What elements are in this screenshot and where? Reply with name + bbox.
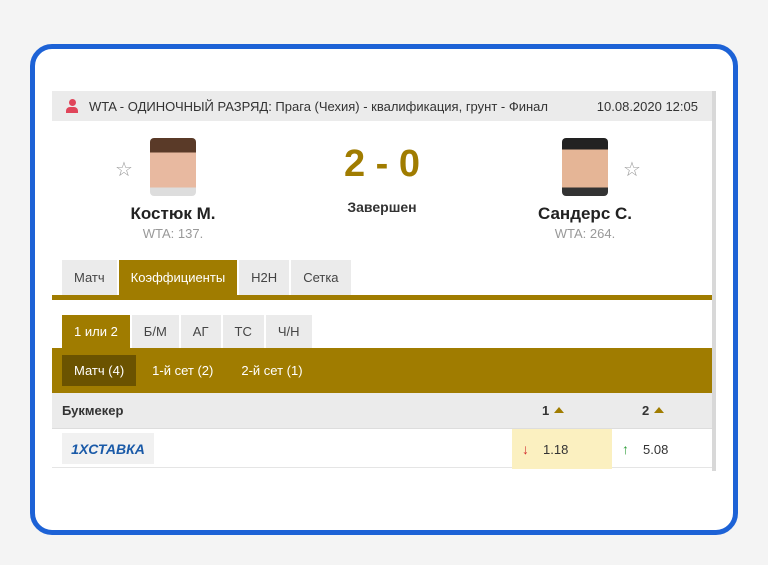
match-datetime: 10.08.2020 12:05 — [596, 98, 698, 114]
player2-rank: WTA: 264. — [554, 226, 616, 241]
odds-type-tabs: 1 или 2 Б/М АГ ТС Ч/Н — [62, 315, 312, 348]
col-1-label: 1 — [542, 403, 550, 418]
favorite-star-icon[interactable]: ☆ — [623, 157, 641, 182]
table-row: 1XСТАВКА ↓ 1.18 ↑ 5.08 — [52, 428, 712, 469]
sort-up-icon — [654, 407, 665, 413]
tab-draw[interactable]: Сетка — [291, 260, 351, 295]
tab-match[interactable]: Матч — [62, 260, 117, 295]
match-status: Завершен — [347, 199, 417, 215]
period-match[interactable]: Матч (4) — [62, 355, 137, 386]
odd-2[interactable]: ↑ 5.08 — [612, 429, 712, 469]
player1[interactable]: Костюк М. WTA: 137. — [93, 138, 253, 241]
sort-up-icon — [554, 407, 565, 413]
player2-photo — [562, 138, 608, 196]
bookmaker-name: 1XСТАВКА — [71, 440, 145, 457]
tournament-header: WTA - ОДИНОЧНЫЙ РАЗРЯД: Прага (Чехия) - … — [52, 91, 712, 121]
period-set1[interactable]: 1-й сет (2) — [140, 355, 225, 386]
odd-1-value: 1.18 — [543, 441, 569, 457]
arrow-up-icon: ↑ — [622, 441, 629, 457]
player2[interactable]: Сандерс С. WTA: 264. — [505, 138, 665, 241]
col-2[interactable]: 2 — [642, 403, 665, 418]
tournament-title: WTA - ОДИНОЧНЫЙ РАЗРЯД: Прага (Чехия) - … — [89, 98, 548, 114]
tab-odd-even[interactable]: Ч/Н — [265, 315, 312, 348]
player1-photo — [150, 138, 196, 196]
tab-1x2[interactable]: 1 или 2 — [62, 315, 130, 348]
bookmaker-logo[interactable]: 1XСТАВКА — [62, 433, 154, 464]
col-2-label: 2 — [642, 403, 650, 418]
odds-table-header: Букмекер 1 2 — [52, 393, 712, 428]
player1-rank: WTA: 137. — [142, 226, 204, 241]
tab-odds[interactable]: Коэффициенты — [118, 260, 238, 295]
tabs-divider — [52, 295, 712, 300]
col-1[interactable]: 1 — [542, 403, 565, 418]
player1-name[interactable]: Костюк М. — [93, 204, 253, 224]
player2-name[interactable]: Сандерс С. — [505, 204, 665, 224]
arrow-down-icon: ↓ — [522, 441, 529, 457]
tab-h2h[interactable]: H2H — [239, 260, 290, 295]
tab-correct-score[interactable]: ТС — [222, 315, 264, 348]
person-icon — [65, 99, 79, 113]
col-bookmaker[interactable]: Букмекер — [62, 403, 123, 418]
tab-over-under[interactable]: Б/М — [131, 315, 179, 348]
main-tabs: Матч Коэффициенты H2H Сетка — [62, 260, 351, 295]
odd-2-value: 5.08 — [643, 441, 669, 457]
period-tabs: Матч (4) 1-й сет (2) 2-й сет (1) — [52, 348, 712, 393]
period-set2[interactable]: 2-й сет (1) — [229, 355, 314, 386]
score: 2 - 0 — [343, 143, 421, 185]
scrollbar[interactable] — [712, 91, 716, 471]
odd-1[interactable]: ↓ 1.18 — [512, 429, 612, 469]
tab-handicap[interactable]: АГ — [180, 315, 221, 348]
match-card: WTA - ОДИНОЧНЫЙ РАЗРЯД: Прага (Чехия) - … — [52, 91, 712, 471]
